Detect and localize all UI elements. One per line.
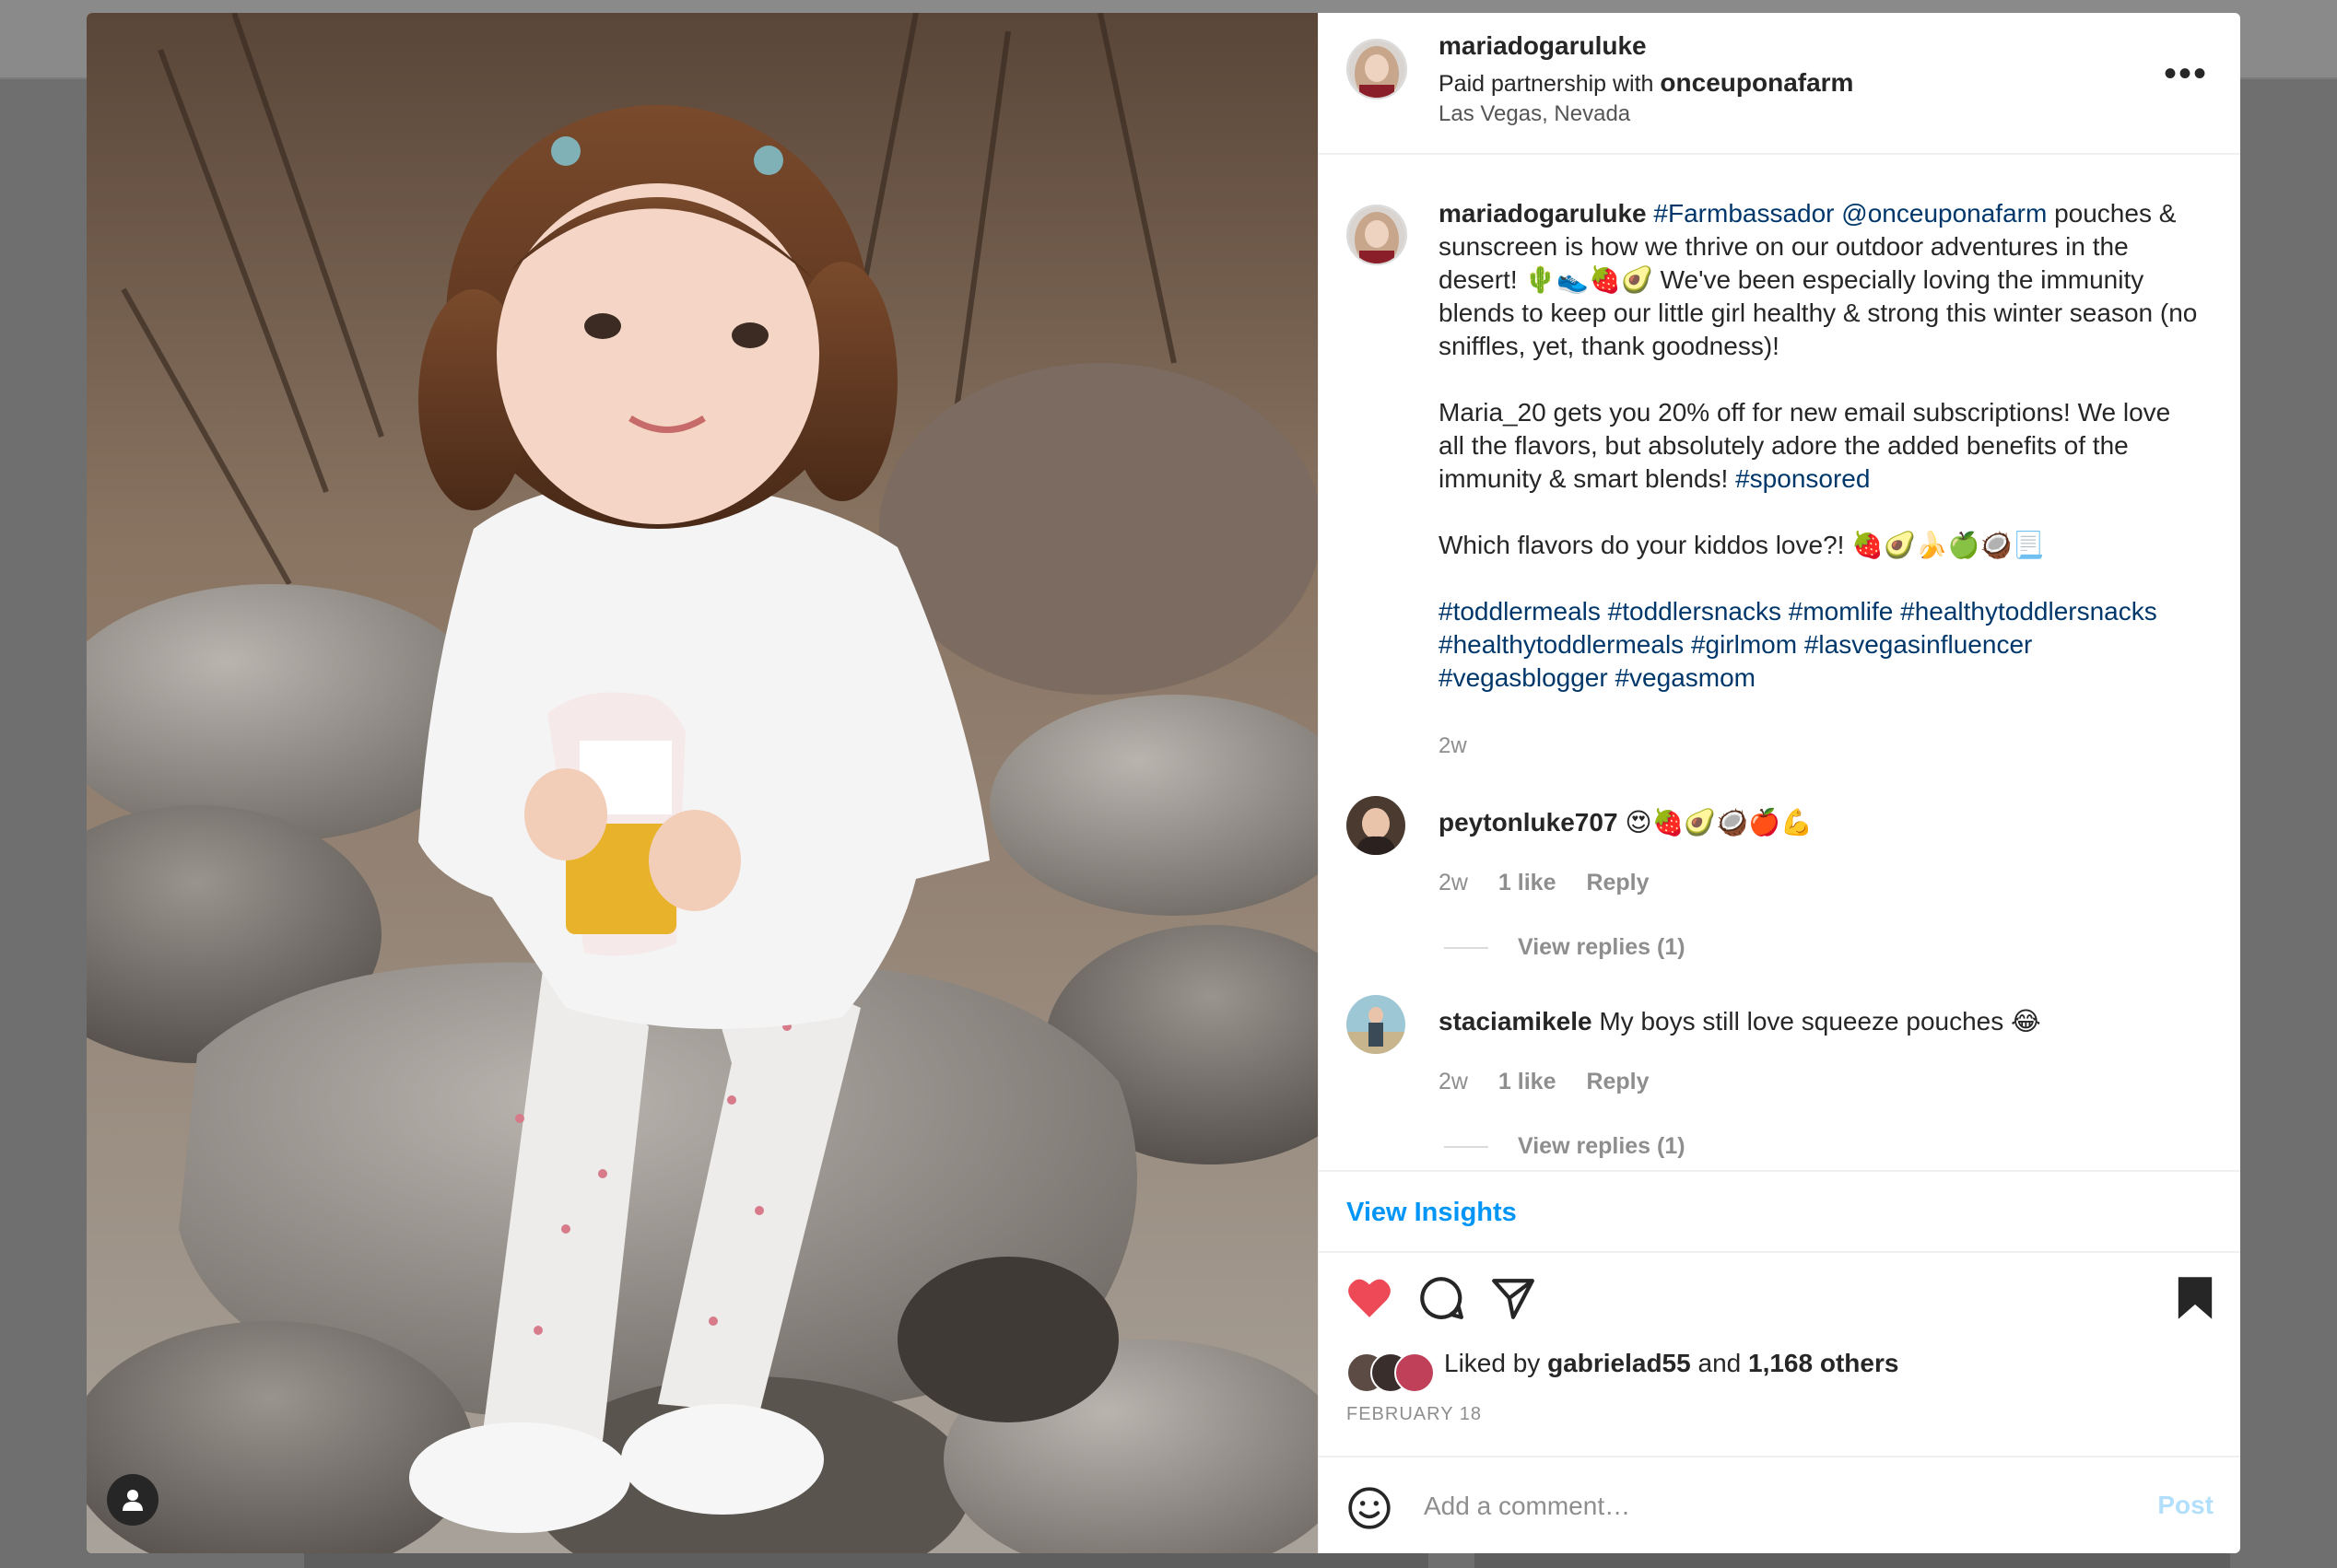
share-icon[interactable] — [1490, 1275, 1536, 1326]
caption-text-3: Which flavors do your kiddos love?! 🍓🥑🍌🍏… — [1439, 531, 2045, 559]
liker-username[interactable]: gabrielad55 — [1547, 1349, 1691, 1377]
comment-username[interactable]: peytonluke707 — [1439, 808, 1618, 837]
reply-button[interactable]: Reply — [1586, 1069, 1649, 1094]
post-header: mariadogaruluke Paid partnership with on… — [1319, 13, 2240, 155]
comment-icon[interactable] — [1418, 1275, 1464, 1326]
commenter-avatar[interactable] — [1346, 796, 1405, 855]
post-photo[interactable] — [87, 13, 1318, 1553]
hashtags-line-3[interactable]: #vegasblogger #vegasmom — [1439, 661, 2203, 695]
post-caption: mariadogaruluke #Farmbassador @onceupona… — [1439, 197, 2203, 695]
likes-summary: Liked by gabrielad55 and 1,168 others — [1444, 1349, 1898, 1378]
comment-meta: 2w 1 like Reply — [1439, 1069, 1673, 1095]
comment-username[interactable]: staciamikele — [1439, 1007, 1592, 1036]
post-date[interactable]: FEBRUARY 18 — [1346, 1404, 1482, 1425]
comment-text: My boys still love squeeze pouches 😂 — [1599, 1007, 2041, 1036]
comment: staciamikele My boys still love squeeze … — [1439, 1006, 2041, 1036]
likes-and: and — [1697, 1349, 1742, 1377]
view-replies-button[interactable]: View replies (1) — [1444, 1133, 1685, 1160]
commenter-avatar[interactable] — [1346, 995, 1405, 1054]
heart-icon[interactable] — [1346, 1277, 1392, 1324]
bookmark-icon[interactable] — [2176, 1275, 2214, 1326]
avatar[interactable] — [1346, 39, 1407, 99]
comment-time[interactable]: 2w — [1439, 870, 1468, 895]
liker-avatars[interactable] — [1346, 1352, 1439, 1393]
paid-partnership: Paid partnership with onceuponafarm — [1439, 68, 1853, 98]
comment-meta: 2w 1 like Reply — [1439, 870, 1673, 896]
comment-input[interactable] — [1422, 1485, 2071, 1527]
reply-button[interactable]: Reply — [1586, 870, 1649, 895]
add-comment-bar: Post — [1319, 1456, 2240, 1553]
emoji-icon[interactable] — [1346, 1485, 1392, 1536]
likes-others[interactable]: 1,168 others — [1748, 1349, 1898, 1377]
hashtag-sponsored[interactable]: #sponsored — [1735, 464, 1870, 493]
likes-prefix: Liked by — [1444, 1349, 1541, 1377]
mention-onceuponafarm[interactable]: @onceuponafarm — [1841, 199, 2047, 228]
view-replies-button[interactable]: View replies (1) — [1444, 934, 1685, 961]
comment-time[interactable]: 2w — [1439, 1069, 1468, 1094]
caption-timestamp[interactable]: 2w — [1439, 733, 1467, 759]
post-modal: mariadogaruluke Paid partnership with on… — [87, 13, 2240, 1553]
hashtags-line-1[interactable]: #toddlermeals #toddlersnacks #momlife #h… — [1439, 595, 2203, 628]
insights-bar: View Insights — [1319, 1170, 2240, 1253]
partner-link[interactable]: onceuponafarm — [1660, 68, 1853, 97]
hashtags-line-2[interactable]: #healthytoddlermeals #girlmom #lasvegasi… — [1439, 628, 2203, 661]
caption-paragraph-2: Maria_20 gets you 20% off for new email … — [1439, 396, 2203, 496]
post-comment-button[interactable]: Post — [2157, 1491, 2214, 1520]
hashtag-farmbassador[interactable]: #Farmbassador — [1653, 199, 1834, 228]
caption-username[interactable]: mariadogaruluke — [1439, 199, 1647, 228]
comment-likes[interactable]: 1 like — [1498, 870, 1556, 895]
background-feed-card — [1474, 1553, 2230, 1568]
view-insights-link[interactable]: View Insights — [1346, 1198, 1517, 1228]
partnership-prefix: Paid partnership with — [1439, 71, 1654, 97]
caption-avatar[interactable] — [1346, 205, 1407, 265]
post-username[interactable]: mariadogaruluke — [1439, 31, 1647, 61]
location-link[interactable]: Las Vegas, Nevada — [1439, 101, 1630, 127]
more-icon[interactable]: ••• — [2164, 55, 2208, 92]
background-feed-card — [304, 1553, 1428, 1568]
comment-likes[interactable]: 1 like — [1498, 1069, 1556, 1094]
action-bar — [1319, 1266, 2240, 1330]
comment: peytonluke707 😍🍓🥑🥥🍎💪 — [1439, 807, 1813, 837]
post-sidebar: mariadogaruluke Paid partnership with on… — [1318, 13, 2240, 1553]
caption-paragraph-1: mariadogaruluke #Farmbassador @onceupona… — [1439, 197, 2203, 363]
user-tag-icon[interactable] — [107, 1474, 159, 1526]
comment-text: 😍🍓🥑🥥🍎💪 — [1625, 808, 1813, 837]
